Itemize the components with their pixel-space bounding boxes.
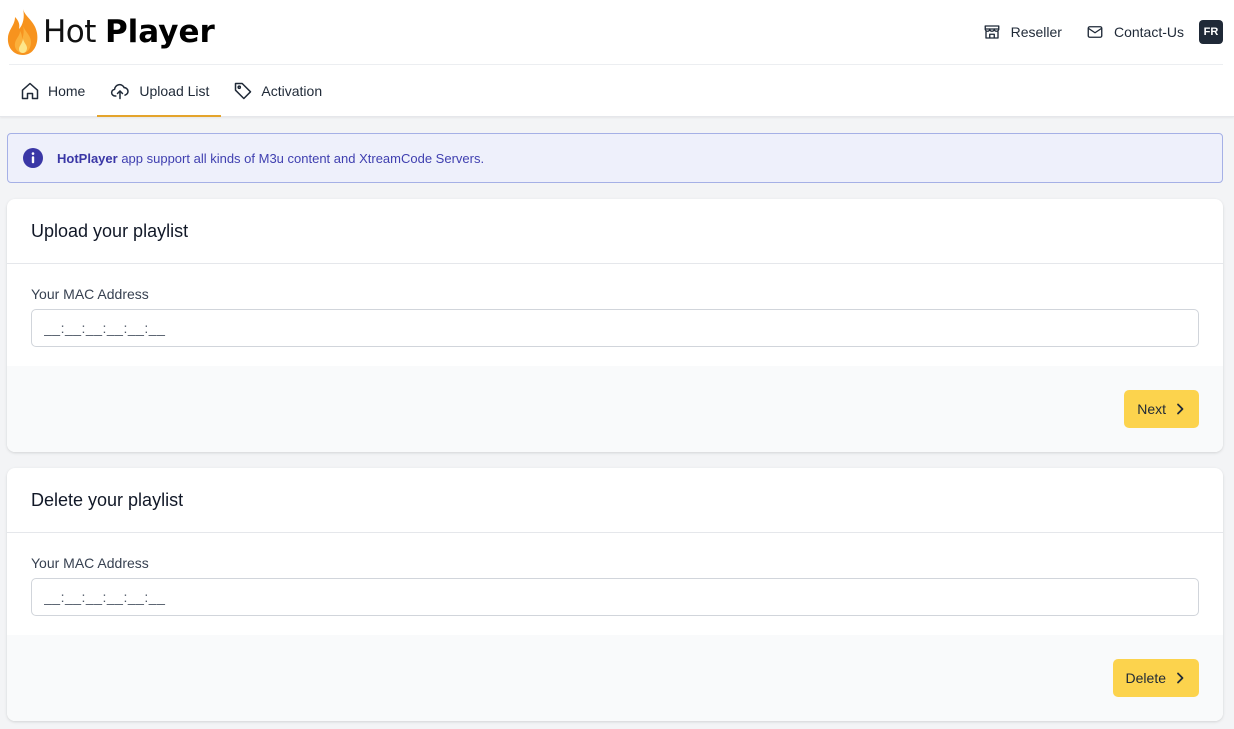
tab-home-label: Home xyxy=(48,83,86,99)
delete-playlist-card: Delete your playlist Your MAC Address De… xyxy=(7,468,1223,721)
card-title: Upload your playlist xyxy=(7,199,1223,264)
logo-text-hot: Hot xyxy=(43,14,96,50)
delete-button-label: Delete xyxy=(1125,670,1166,686)
alert-message-text: app support all kinds of M3u content and… xyxy=(117,150,485,166)
nav-tabs: Home Upload List Activation xyxy=(8,65,334,117)
card-footer: Next xyxy=(7,366,1223,452)
next-button[interactable]: Next xyxy=(1124,390,1199,428)
chevron-right-icon xyxy=(1177,403,1184,415)
info-alert: HotPlayer app support all kinds of M3u c… xyxy=(7,133,1223,183)
reseller-link[interactable]: Reseller xyxy=(983,23,1062,41)
card-title: Delete your playlist xyxy=(7,468,1223,533)
flame-icon xyxy=(7,9,38,55)
tab-upload-list[interactable]: Upload List xyxy=(97,65,222,117)
top-actions: Reseller Contact-Us FR xyxy=(983,20,1223,44)
contact-us-label: Contact-Us xyxy=(1113,24,1184,40)
logo[interactable]: Hot Player xyxy=(5,6,215,58)
chevron-right-icon xyxy=(1177,672,1184,684)
tab-home[interactable]: Home xyxy=(8,65,97,117)
card-body: Your MAC Address xyxy=(7,533,1223,635)
upload-mac-address-input[interactable] xyxy=(31,309,1199,347)
delete-button[interactable]: Delete xyxy=(1112,659,1199,697)
contact-us-link[interactable]: Contact-Us xyxy=(1086,23,1184,41)
store-icon xyxy=(984,25,1000,39)
language-switch[interactable]: FR xyxy=(1199,20,1223,44)
logo-text-player: Player xyxy=(104,14,215,50)
mac-address-label: Your MAC Address xyxy=(31,286,149,302)
alert-message: HotPlayer app support all kinds of M3u c… xyxy=(57,151,484,166)
alert-brand: HotPlayer xyxy=(57,150,118,166)
header: Hot Player Reseller Contact-Us FR Home U… xyxy=(0,0,1234,117)
home-icon xyxy=(21,82,39,100)
next-button-label: Next xyxy=(1137,401,1166,417)
reseller-label: Reseller xyxy=(1010,24,1062,40)
tab-upload-list-label: Upload List xyxy=(139,83,210,99)
delete-mac-address-input[interactable] xyxy=(31,578,1199,616)
card-body: Your MAC Address xyxy=(7,264,1223,366)
tag-icon xyxy=(235,82,252,100)
topbar: Hot Player Reseller Contact-Us FR xyxy=(0,0,1234,64)
cloud-upload-icon xyxy=(111,83,130,100)
mail-icon xyxy=(1087,26,1103,38)
upload-playlist-card: Upload your playlist Your MAC Address Ne… xyxy=(7,199,1223,452)
info-icon xyxy=(23,148,43,168)
tab-activation-label: Activation xyxy=(261,83,323,99)
card-footer: Delete xyxy=(7,635,1223,721)
mac-address-label: Your MAC Address xyxy=(31,555,149,571)
tab-activation[interactable]: Activation xyxy=(221,65,334,117)
